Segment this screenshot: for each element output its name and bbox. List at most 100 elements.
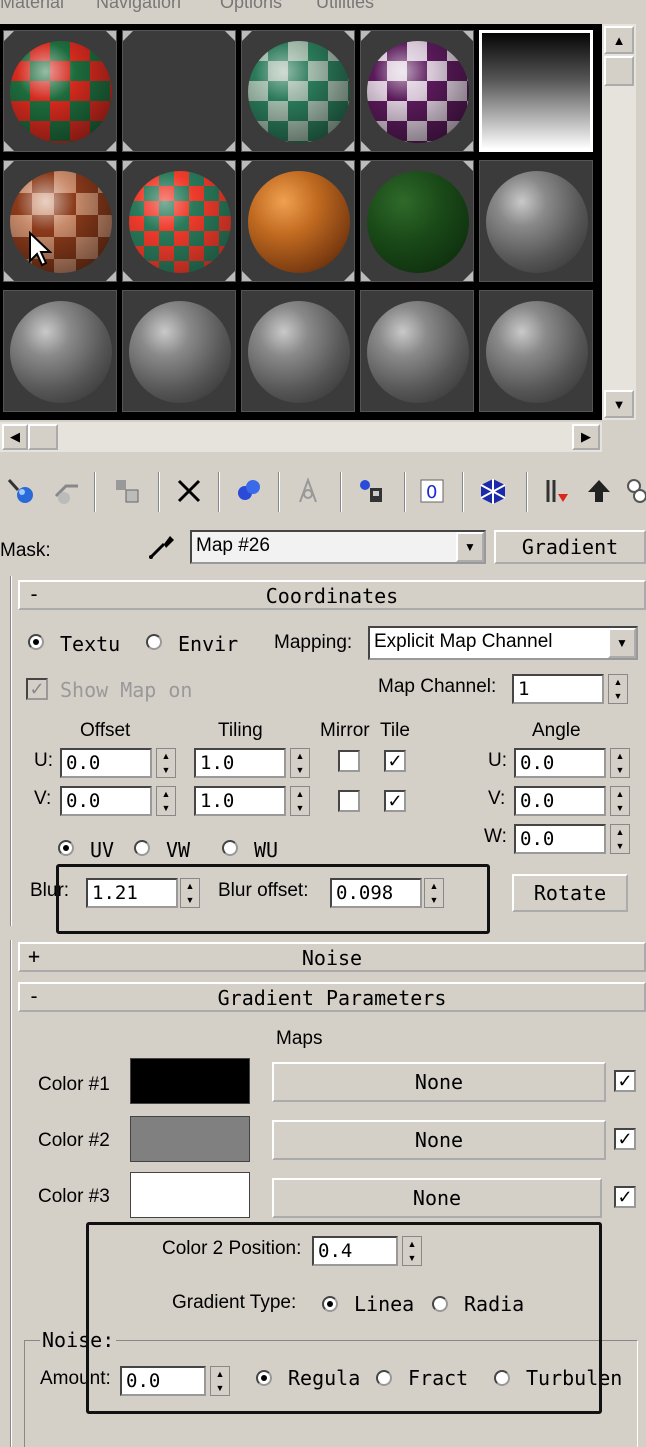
sample-slot[interactable]: [3, 160, 117, 282]
sample-slot[interactable]: [479, 290, 593, 412]
color1-map-checkbox[interactable]: ✓: [614, 1070, 636, 1092]
material-sphere: [10, 41, 112, 143]
color3-map-checkbox[interactable]: ✓: [614, 1186, 636, 1208]
maps-header: Maps: [276, 1028, 323, 1049]
sample-slot[interactable]: [241, 160, 355, 282]
angle-v-spinner[interactable]: ▲ ▼: [610, 786, 630, 816]
mirror-v-checkbox[interactable]: [338, 790, 360, 812]
menu-utilities[interactable]: Utilities: [316, 0, 374, 13]
sample-slot[interactable]: [122, 290, 236, 412]
angle-w-field[interactable]: 0.0: [514, 824, 606, 854]
map-channel-field[interactable]: 1: [512, 674, 604, 704]
sample-slot[interactable]: [479, 160, 593, 282]
tiling-u-spinner[interactable]: ▲ ▼: [290, 748, 310, 778]
environ-radio[interactable]: [146, 634, 162, 650]
tiling-v-spinner[interactable]: ▲ ▼: [290, 786, 310, 816]
rotate-button[interactable]: Rotate: [512, 874, 628, 912]
tile-v-checkbox[interactable]: ✓: [384, 790, 406, 812]
texture-radio[interactable]: [28, 634, 44, 650]
uv-label: UV: [90, 838, 115, 862]
offset-u-field[interactable]: 0.0: [60, 748, 152, 778]
map-channel-spinner[interactable]: ▲ ▼: [608, 674, 628, 704]
options-icon[interactable]: [622, 474, 646, 508]
gradient-parameters-rollout-header[interactable]: - Gradient Parameters: [18, 982, 646, 1012]
sample-slot[interactable]: [360, 30, 474, 152]
sample-slot[interactable]: [241, 30, 355, 152]
sample-slot[interactable]: [360, 290, 474, 412]
sample-slot[interactable]: [241, 290, 355, 412]
chevron-down-icon[interactable]: ▼: [456, 532, 484, 562]
mirror-header: Mirror: [320, 720, 370, 741]
color1-label: Color #1: [38, 1074, 110, 1095]
color3-map-button[interactable]: None: [272, 1178, 602, 1218]
annotation-highlight-box: [86, 1222, 602, 1414]
scroll-down-button[interactable]: ▼: [604, 390, 634, 418]
color2-map-checkbox[interactable]: ✓: [614, 1128, 636, 1150]
angle-u-field[interactable]: 0.0: [514, 748, 606, 778]
vw-radio[interactable]: [134, 840, 150, 856]
vw-label: VW: [166, 838, 191, 862]
uv-radio[interactable]: [58, 840, 74, 856]
color2-swatch[interactable]: [130, 1116, 250, 1162]
show-map-on-label: Show Map on: [60, 678, 193, 702]
sample-slot[interactable]: [3, 30, 117, 152]
menu-navigation[interactable]: Navigation: [96, 0, 181, 13]
color3-swatch[interactable]: [130, 1172, 250, 1218]
noise-rollout-header[interactable]: + Noise: [18, 942, 646, 972]
material-effects-channel-icon[interactable]: 0: [416, 474, 450, 508]
sample-slot[interactable]: [122, 160, 236, 282]
color1-swatch[interactable]: [130, 1058, 250, 1104]
sample-slot[interactable]: [360, 160, 474, 282]
offset-v-field[interactable]: 0.0: [60, 786, 152, 816]
environ-radio-label: Envir: [178, 632, 239, 656]
show-map-in-viewport-icon[interactable]: [476, 474, 510, 508]
mapping-value: Explicit Map Channel: [374, 631, 553, 652]
color3-label: Color #3: [38, 1186, 110, 1207]
sample-slots-grid: [0, 24, 602, 420]
angle-v-field[interactable]: 0.0: [514, 786, 606, 816]
v-label: V:: [34, 788, 52, 809]
make-unique-icon[interactable]: [232, 474, 266, 508]
offset-v-spinner[interactable]: ▲ ▼: [156, 786, 176, 816]
get-material-icon[interactable]: [4, 474, 38, 508]
offset-u-spinner[interactable]: ▲ ▼: [156, 748, 176, 778]
put-to-library-icon[interactable]: [354, 474, 388, 508]
menu-material[interactable]: Material: [0, 0, 64, 13]
scroll-thumb[interactable]: [28, 424, 58, 450]
wu-radio[interactable]: [222, 840, 238, 856]
sample-slot[interactable]: [3, 290, 117, 412]
tile-u-checkbox[interactable]: ✓: [384, 750, 406, 772]
offset-header: Offset: [80, 720, 131, 741]
mirror-u-checkbox[interactable]: [338, 750, 360, 772]
pick-material-eyedropper-icon[interactable]: [144, 530, 180, 562]
menu-options[interactable]: Options: [220, 0, 282, 13]
assign-to-selection-icon[interactable]: [110, 474, 144, 508]
horizontal-scrollbar[interactable]: ◀ ▶: [0, 422, 602, 452]
color2-map-button[interactable]: None: [272, 1120, 606, 1160]
mapping-dropdown[interactable]: Explicit Map Channel ▼: [368, 626, 638, 660]
tiling-v-field[interactable]: 1.0: [194, 786, 286, 816]
coordinates-rollout-header[interactable]: - Coordinates: [18, 580, 646, 610]
vertical-scrollbar[interactable]: ▲ ▼: [602, 24, 636, 420]
material-name-field[interactable]: Map #26 ▼: [190, 530, 486, 564]
type-button[interactable]: Gradient: [494, 530, 646, 564]
scroll-up-button[interactable]: ▲: [604, 26, 634, 54]
scroll-thumb[interactable]: [604, 56, 634, 86]
tiling-u-field[interactable]: 1.0: [194, 748, 286, 778]
delete-icon[interactable]: [172, 474, 206, 508]
sample-slot[interactable]: [122, 30, 236, 152]
color1-map-button[interactable]: None: [272, 1062, 606, 1102]
scroll-left-button[interactable]: ◀: [2, 424, 28, 450]
angle-v-label: V:: [488, 788, 506, 809]
show-map-on-checkbox[interactable]: ✓: [26, 678, 48, 700]
angle-w-spinner[interactable]: ▲ ▼: [610, 824, 630, 854]
material-sphere: [486, 171, 588, 273]
sample-slot-active-gradient[interactable]: [479, 30, 593, 152]
material-library-icon[interactable]: [292, 474, 326, 508]
go-to-parent-icon[interactable]: [540, 474, 574, 508]
angle-u-spinner[interactable]: ▲ ▼: [610, 748, 630, 778]
scroll-right-button[interactable]: ▶: [572, 424, 600, 450]
go-forward-to-sibling-icon[interactable]: [582, 474, 616, 508]
chevron-down-icon[interactable]: ▼: [608, 628, 636, 658]
put-to-scene-icon[interactable]: [50, 474, 84, 508]
